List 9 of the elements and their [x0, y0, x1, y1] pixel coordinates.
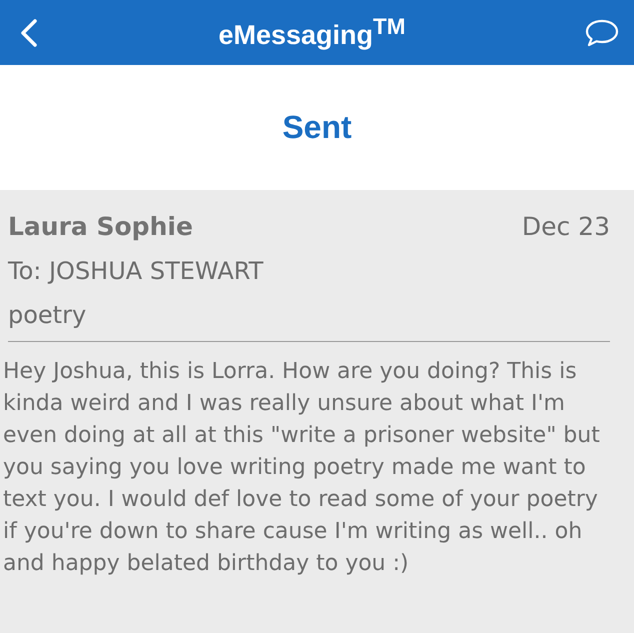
- subject-text: poetry: [8, 301, 86, 329]
- folder-title: Sent: [282, 109, 352, 146]
- message-date: Dec 23: [522, 212, 610, 241]
- recipient-text: To: JOSHUA STEWART: [8, 257, 264, 285]
- back-icon[interactable]: [18, 18, 40, 48]
- app-title: eMessaging$^{TM}$: [218, 14, 406, 51]
- chat-icon[interactable]: [584, 18, 620, 48]
- sender-name: Laura Sophie: [8, 212, 193, 241]
- message-body: Hey Joshua, this is Lorra. How are you doing? This is kinda weird and I was really unsure about what I'm even doing at all at this "write a prisoner website" but you saying you love writing poetry made me want to text you. I would def love to read some of your poetry if you're down to share cause I'm writing as well.. oh and happy belated birthday to you :): [3, 358, 601, 578]
